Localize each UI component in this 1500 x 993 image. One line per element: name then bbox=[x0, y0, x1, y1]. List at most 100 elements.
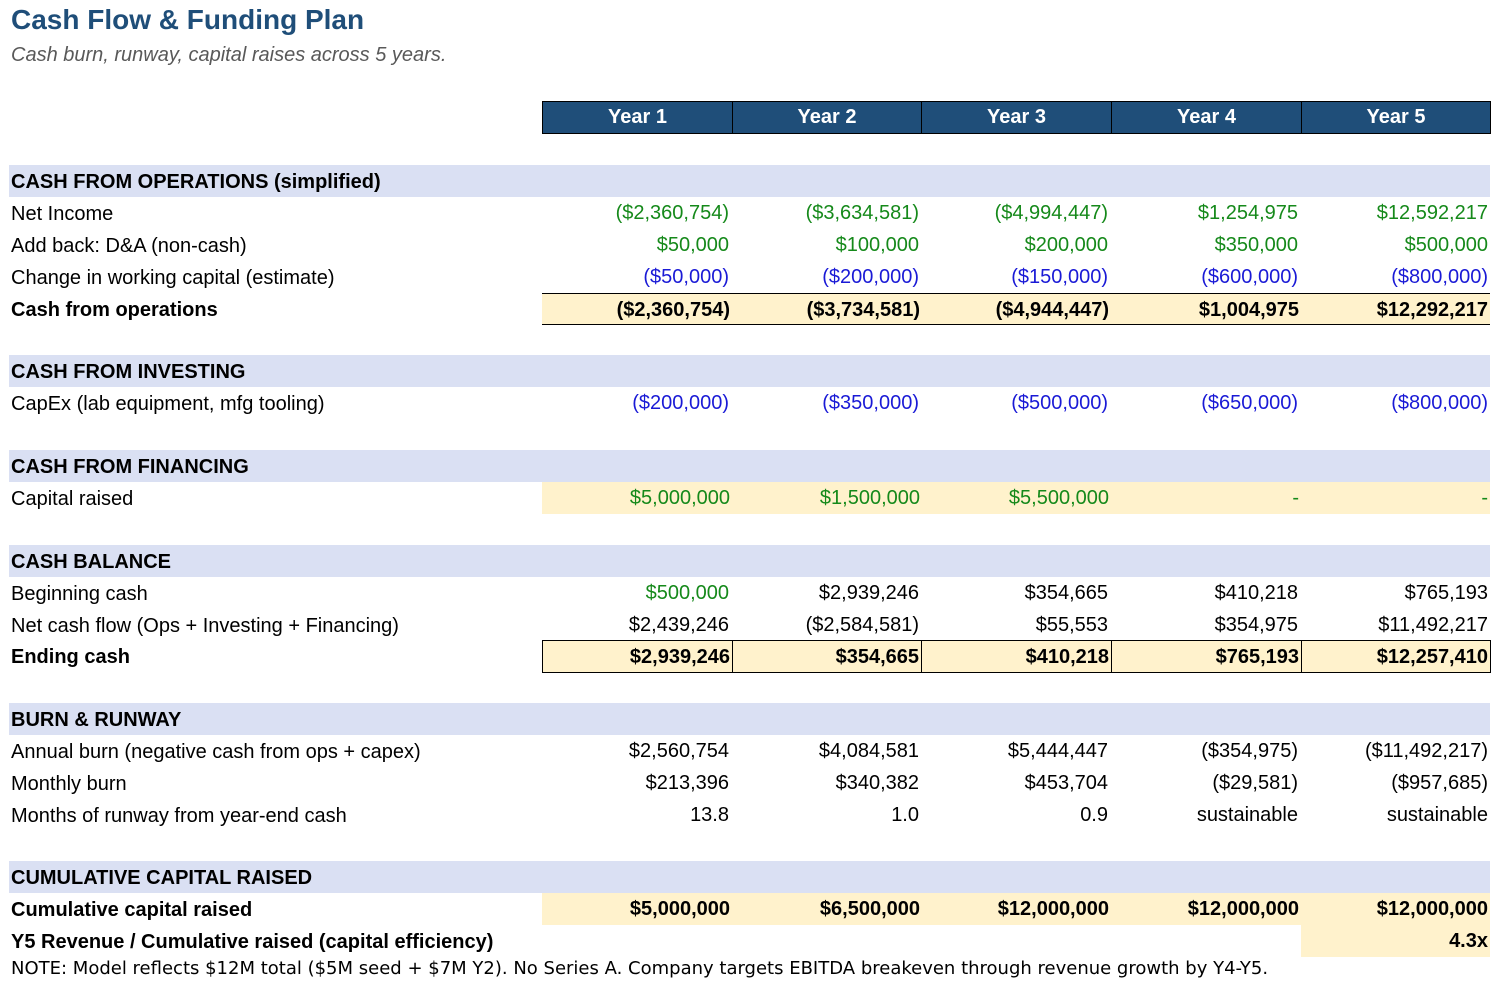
annual-burn-y1[interactable]: $2,560,754 bbox=[542, 735, 731, 767]
cfo-y5[interactable]: $12,292,217 bbox=[1301, 293, 1490, 325]
beginning-y3[interactable]: $354,665 bbox=[921, 577, 1110, 609]
annual-burn-y5[interactable]: ($11,492,217) bbox=[1301, 735, 1490, 767]
monthly-burn-y2[interactable]: $340,382 bbox=[732, 767, 921, 799]
row-label[interactable]: CapEx (lab equipment, mfg tooling) bbox=[11, 387, 325, 419]
row-net-income: Net Income ($2,360,754) ($3,634,581) ($4… bbox=[0, 197, 1500, 229]
netflow-y3[interactable]: $55,553 bbox=[921, 609, 1110, 641]
annual-burn-y3[interactable]: $5,444,447 bbox=[921, 735, 1110, 767]
netflow-y1[interactable]: $2,439,246 bbox=[542, 609, 731, 641]
row-label[interactable]: Net cash flow (Ops + Investing + Financi… bbox=[11, 609, 399, 641]
row-label[interactable]: Add back: D&A (non-cash) bbox=[11, 229, 247, 261]
runway-y4[interactable]: sustainable bbox=[1111, 799, 1300, 831]
net-income-y4[interactable]: $1,254,975 bbox=[1111, 197, 1300, 229]
netflow-y5[interactable]: $11,492,217 bbox=[1301, 609, 1490, 641]
section-header-label: CASH FROM INVESTING bbox=[11, 361, 246, 383]
beginning-y1[interactable]: $500,000 bbox=[542, 577, 731, 609]
capex-y3[interactable]: ($500,000) bbox=[921, 387, 1110, 419]
monthly-burn-y5[interactable]: ($957,685) bbox=[1301, 767, 1490, 799]
cumulative-y1[interactable]: $5,000,000 bbox=[542, 893, 732, 925]
da-y4[interactable]: $350,000 bbox=[1111, 229, 1300, 261]
ending-y4[interactable]: $765,193 bbox=[1112, 640, 1302, 673]
monthly-burn-y3[interactable]: $453,704 bbox=[921, 767, 1110, 799]
row-label[interactable]: Beginning cash bbox=[11, 577, 148, 609]
net-income-y1[interactable]: ($2,360,754) bbox=[542, 197, 731, 229]
wc-y5[interactable]: ($800,000) bbox=[1301, 261, 1490, 293]
capital-y1[interactable]: $5,000,000 bbox=[542, 482, 732, 514]
da-y5[interactable]: $500,000 bbox=[1301, 229, 1490, 261]
year-5-header[interactable]: Year 5 bbox=[1302, 101, 1491, 134]
netflow-y4[interactable]: $354,975 bbox=[1111, 609, 1300, 641]
row-beginning-cash: Beginning cash $500,000 $2,939,246 $354,… bbox=[0, 577, 1500, 609]
section-financing: CASH FROM FINANCING bbox=[9, 450, 1490, 482]
net-income-y3[interactable]: ($4,994,447) bbox=[921, 197, 1110, 229]
cfo-y1[interactable]: ($2,360,754) bbox=[542, 293, 732, 325]
cfo-y4[interactable]: $1,004,975 bbox=[1111, 293, 1301, 325]
capex-y2[interactable]: ($350,000) bbox=[732, 387, 921, 419]
footnote: NOTE: Model reflects $12M total ($5M see… bbox=[11, 958, 1269, 979]
wc-y4[interactable]: ($600,000) bbox=[1111, 261, 1300, 293]
year-2-header[interactable]: Year 2 bbox=[733, 101, 922, 134]
row-label[interactable]: Net Income bbox=[11, 197, 113, 229]
beginning-y4[interactable]: $410,218 bbox=[1111, 577, 1300, 609]
ending-y3[interactable]: $410,218 bbox=[922, 640, 1112, 673]
row-da: Add back: D&A (non-cash) $50,000 $100,00… bbox=[0, 229, 1500, 261]
row-label[interactable]: Ending cash bbox=[11, 640, 130, 672]
capital-y2[interactable]: $1,500,000 bbox=[732, 482, 922, 514]
row-label[interactable]: Annual burn (negative cash from ops + ca… bbox=[11, 735, 421, 767]
row-cumulative-raised: Cumulative capital raised $5,000,000 $6,… bbox=[0, 893, 1500, 925]
netflow-y2[interactable]: ($2,584,581) bbox=[732, 609, 921, 641]
row-label[interactable]: Y5 Revenue / Cumulative raised (capital … bbox=[11, 925, 493, 957]
capital-y5[interactable]: - bbox=[1301, 482, 1490, 514]
row-label[interactable]: Capital raised bbox=[11, 482, 133, 514]
runway-y5[interactable]: sustainable bbox=[1301, 799, 1490, 831]
capex-y4[interactable]: ($650,000) bbox=[1111, 387, 1300, 419]
da-y1[interactable]: $50,000 bbox=[542, 229, 731, 261]
wc-y1[interactable]: ($50,000) bbox=[542, 261, 731, 293]
wc-y2[interactable]: ($200,000) bbox=[732, 261, 921, 293]
row-label[interactable]: Cash from operations bbox=[11, 293, 218, 325]
net-income-y2[interactable]: ($3,634,581) bbox=[732, 197, 921, 229]
runway-y2[interactable]: 1.0 bbox=[732, 799, 921, 831]
cumulative-y4[interactable]: $12,000,000 bbox=[1111, 893, 1301, 925]
beginning-y5[interactable]: $765,193 bbox=[1301, 577, 1490, 609]
row-capital-efficiency: Y5 Revenue / Cumulative raised (capital … bbox=[0, 925, 1500, 957]
ending-y5[interactable]: $12,257,410 bbox=[1302, 640, 1491, 673]
ending-y2[interactable]: $354,665 bbox=[733, 640, 922, 673]
monthly-burn-y4[interactable]: ($29,581) bbox=[1111, 767, 1300, 799]
cfo-y3[interactable]: ($4,944,447) bbox=[921, 293, 1111, 325]
page-subtitle: Cash burn, runway, capital raises across… bbox=[11, 44, 447, 66]
year-1-header[interactable]: Year 1 bbox=[542, 101, 733, 134]
cumulative-y3[interactable]: $12,000,000 bbox=[921, 893, 1111, 925]
capital-efficiency-y5[interactable]: 4.3x bbox=[1301, 925, 1490, 957]
year-4-header[interactable]: Year 4 bbox=[1112, 101, 1302, 134]
ending-y1[interactable]: $2,939,246 bbox=[542, 640, 733, 673]
capital-y4[interactable]: - bbox=[1111, 482, 1301, 514]
annual-burn-y4[interactable]: ($354,975) bbox=[1111, 735, 1300, 767]
net-income-y5[interactable]: $12,592,217 bbox=[1301, 197, 1490, 229]
capital-y3[interactable]: $5,500,000 bbox=[921, 482, 1111, 514]
row-label[interactable]: Change in working capital (estimate) bbox=[11, 261, 335, 293]
row-capital-raised: Capital raised $5,000,000 $1,500,000 $5,… bbox=[0, 482, 1500, 514]
row-label[interactable]: Months of runway from year-end cash bbox=[11, 799, 347, 831]
capex-y1[interactable]: ($200,000) bbox=[542, 387, 731, 419]
cumulative-y2[interactable]: $6,500,000 bbox=[732, 893, 922, 925]
section-header-label: CUMULATIVE CAPITAL RAISED bbox=[11, 867, 313, 889]
row-label[interactable]: Cumulative capital raised bbox=[11, 893, 252, 925]
year-3-header[interactable]: Year 3 bbox=[922, 101, 1112, 134]
beginning-y2[interactable]: $2,939,246 bbox=[732, 577, 921, 609]
da-y3[interactable]: $200,000 bbox=[921, 229, 1110, 261]
row-working-capital: Change in working capital (estimate) ($5… bbox=[0, 261, 1500, 293]
runway-y1[interactable]: 13.8 bbox=[542, 799, 731, 831]
row-label[interactable]: Monthly burn bbox=[11, 767, 127, 799]
cfo-y2[interactable]: ($3,734,581) bbox=[732, 293, 922, 325]
capex-y5[interactable]: ($800,000) bbox=[1301, 387, 1490, 419]
runway-y3[interactable]: 0.9 bbox=[921, 799, 1110, 831]
monthly-burn-y1[interactable]: $213,396 bbox=[542, 767, 731, 799]
section-header-label: CASH FROM OPERATIONS (simplified) bbox=[11, 171, 381, 193]
section-investing: CASH FROM INVESTING bbox=[9, 355, 1490, 387]
section-cumulative: CUMULATIVE CAPITAL RAISED bbox=[9, 861, 1490, 893]
da-y2[interactable]: $100,000 bbox=[732, 229, 921, 261]
wc-y3[interactable]: ($150,000) bbox=[921, 261, 1110, 293]
annual-burn-y2[interactable]: $4,084,581 bbox=[732, 735, 921, 767]
cumulative-y5[interactable]: $12,000,000 bbox=[1301, 893, 1490, 925]
